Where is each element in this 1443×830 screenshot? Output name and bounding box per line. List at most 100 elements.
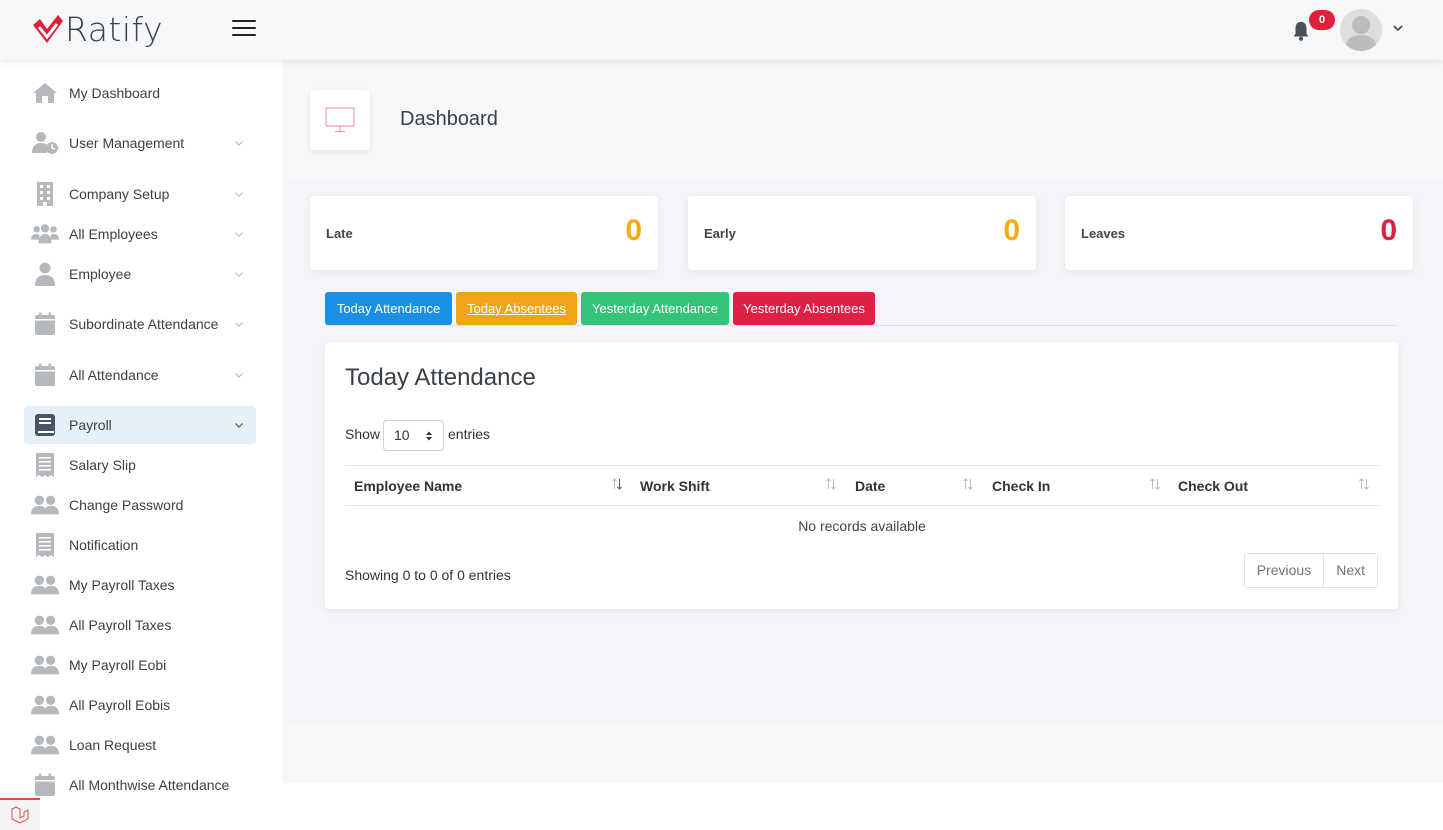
column-header-check-in[interactable]: Check In [992, 466, 1050, 506]
attendance-table-card: Today Attendance Show 10 entries Employe… [325, 342, 1398, 609]
sort-icon[interactable] [611, 478, 623, 490]
brand-name: Ratify [65, 10, 164, 49]
sidebar-item-subordinate-attendance[interactable]: Subordinate Attendance [24, 305, 256, 343]
chevron-down-icon[interactable] [234, 269, 244, 279]
sidebar-item-all-attendance[interactable]: All Attendance [24, 356, 256, 394]
empty-table-message: No records available [798, 518, 926, 534]
sidebar-item-label: My Dashboard [69, 85, 161, 101]
chevron-down-icon[interactable] [234, 189, 244, 199]
top-bar: Ratify 0 [0, 0, 1443, 60]
sidebar-item-all-monthwise-attendance[interactable]: All Monthwise Attendance [24, 766, 256, 804]
sidebar-item-label: Subordinate Attendance [69, 316, 219, 332]
column-header-employee-name[interactable]: Employee Name [354, 466, 462, 506]
avatar[interactable] [1340, 9, 1382, 51]
sidebar-item-my-payroll-taxes[interactable]: My Payroll Taxes [24, 566, 256, 604]
attendance-tabs: Today Attendance Today Absentees Yesterd… [325, 292, 1398, 326]
previous-page-button[interactable]: Previous [1244, 554, 1324, 587]
table-info: Showing 0 to 0 of 0 entries [345, 567, 511, 583]
sidebar-item-label: All Monthwise Attendance [69, 777, 230, 793]
entries-value: 10 [394, 427, 410, 443]
stat-label: Leaves [1081, 226, 1126, 241]
pagination: Previous Next [1243, 553, 1378, 588]
column-header-date[interactable]: Date [855, 466, 885, 506]
sidebar-item-label: Payroll [69, 417, 112, 433]
entries-select[interactable]: 10 [383, 420, 444, 451]
sidebar-item-payroll[interactable]: Payroll [24, 406, 256, 444]
users-icon [31, 220, 59, 248]
tab-yesterday-absentees[interactable]: Yesterday Absentees [733, 292, 875, 325]
footer-band [283, 723, 1443, 783]
sidebar-item-label: Change Password [69, 497, 184, 513]
laravel-debug-icon[interactable] [0, 798, 40, 830]
sidebar: My Dashboard User Management Company Setup… [0, 60, 283, 830]
sidebar-item-salary-slip[interactable]: Salary Slip [24, 446, 256, 484]
chevron-down-icon[interactable] [234, 370, 244, 380]
sidebar-item-label: Salary Slip [69, 457, 136, 473]
building-icon [31, 180, 59, 208]
sort-icon[interactable] [1149, 478, 1161, 490]
sidebar-item-label: My Payroll Taxes [69, 577, 175, 593]
tab-yesterday-attendance[interactable]: Yesterday Attendance [581, 292, 729, 325]
sidebar-item-label: All Attendance [69, 367, 159, 383]
column-header-work-shift[interactable]: Work Shift [640, 466, 710, 506]
sidebar-item-employee[interactable]: Employee [24, 255, 256, 293]
sidebar-item-notification[interactable]: Notification [24, 526, 256, 564]
sidebar-item-all-employees[interactable]: All Employees [24, 215, 256, 253]
table-header: Employee Name Work Shift Date Check In C… [345, 465, 1379, 506]
sidebar-item-my-payroll-eobi[interactable]: My Payroll Eobi [24, 646, 256, 684]
user-clock-icon [31, 129, 59, 157]
sidebar-item-user-management[interactable]: User Management [24, 124, 256, 162]
stat-value: 0 [1003, 214, 1020, 247]
sidebar-item-company-setup[interactable]: Company Setup [24, 175, 256, 213]
sort-icon[interactable] [962, 478, 974, 490]
stat-card-late: Late 0 [310, 196, 658, 270]
sidebar-item-my-dashboard[interactable]: My Dashboard [24, 74, 256, 112]
home-icon [31, 79, 59, 107]
next-page-button[interactable]: Next [1323, 554, 1377, 587]
user-group-icon [31, 491, 59, 519]
sidebar-item-label: User Management [69, 135, 185, 151]
avatar-user-icon [1340, 9, 1382, 51]
sidebar-item-change-password[interactable]: Change Password [24, 486, 256, 524]
select-arrows-icon [426, 431, 432, 441]
calendar-icon [31, 771, 59, 799]
stat-card-leaves: Leaves 0 [1065, 196, 1413, 270]
show-label: Show [345, 426, 381, 442]
brand-logo[interactable]: Ratify [30, 12, 163, 48]
user-icon [31, 260, 59, 288]
chevron-down-icon[interactable] [234, 138, 244, 148]
sort-icon[interactable] [1358, 478, 1370, 490]
page-title: Dashboard [400, 108, 498, 130]
card-title: Today Attendance [345, 364, 536, 391]
user-group-icon [31, 611, 59, 639]
sidebar-item-all-payroll-eobis[interactable]: All Payroll Eobis [24, 686, 256, 724]
page-header: Dashboard [283, 60, 1443, 180]
entries-label: entries [448, 426, 491, 442]
stat-card-early: Early 0 [688, 196, 1036, 270]
column-header-check-out[interactable]: Check Out [1178, 466, 1248, 506]
user-group-icon [31, 651, 59, 679]
tab-today-absentees[interactable]: Today Absentees [456, 292, 577, 325]
sidebar-item-label: Company Setup [69, 186, 170, 202]
chevron-down-icon[interactable] [1392, 22, 1404, 34]
calendar-icon [31, 310, 59, 338]
sidebar-item-label: Loan Request [69, 737, 157, 753]
chevron-down-icon[interactable] [234, 420, 244, 430]
sidebar-item-label: Notification [69, 537, 139, 553]
sidebar-item-label: My Payroll Eobi [69, 657, 167, 673]
sidebar-item-label: All Payroll Taxes [69, 617, 172, 633]
logo-check-icon [33, 15, 63, 43]
user-group-icon [31, 731, 59, 759]
chevron-down-icon[interactable] [234, 319, 244, 329]
chevron-down-icon[interactable] [234, 229, 244, 239]
tab-today-attendance[interactable]: Today Attendance [325, 292, 452, 325]
book-icon [31, 411, 59, 439]
sort-icon[interactable] [825, 478, 837, 490]
sidebar-item-all-payroll-taxes[interactable]: All Payroll Taxes [24, 606, 256, 644]
menu-toggle-icon[interactable] [232, 20, 256, 38]
stat-label: Late [326, 226, 353, 241]
sidebar-item-loan-request[interactable]: Loan Request [24, 726, 256, 764]
sidebar-item-label: Employee [69, 266, 132, 282]
user-group-icon [31, 571, 59, 599]
stat-value: 0 [625, 214, 642, 247]
